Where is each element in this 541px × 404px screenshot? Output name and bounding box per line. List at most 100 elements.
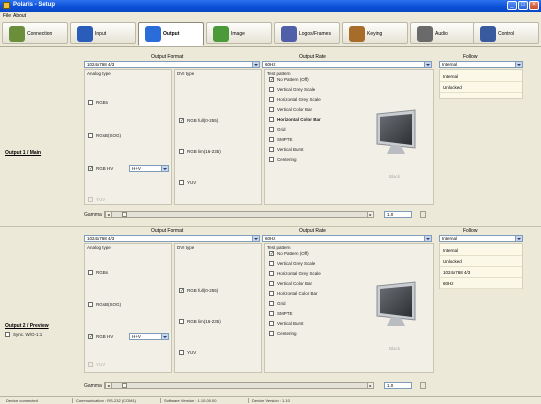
pattern-horizontal-color-bar[interactable]: Horizontal Color Bar [269,291,318,296]
analog-rgsb-checkbox[interactable]: RGsB(SOG) [88,302,121,307]
gamma-slider[interactable]: ◂ ▸ [104,211,374,218]
dvi-yuv-checkbox[interactable]: YUV [179,180,196,185]
pattern-no-pattern[interactable]: No Pattern (Off) [269,251,309,256]
close-button[interactable]: × [529,1,539,10]
analog-rgbhv-checkbox[interactable]: RGB HV [88,166,113,171]
follow-list-item[interactable]: Unlocked [440,82,522,93]
status-separator [160,398,161,403]
dvi-rgb-lim-checkbox[interactable]: RGB lim(16-235) [179,319,221,324]
slider-thumb[interactable] [122,383,127,388]
pattern-vertical-grey[interactable]: Vertical Grey Scale [269,87,315,92]
minimize-button[interactable]: _ [507,1,517,10]
analog-rgbhv-checkbox[interactable]: RGB HV [88,334,113,339]
window-title: Polaris - Setup [13,2,56,8]
chevron-down-icon [424,236,431,241]
tab-audio[interactable]: Audio [410,22,476,44]
output-label: Output 1 / Main [5,150,42,156]
tab-label: Input [95,31,107,37]
pattern-vertical-grey[interactable]: Vertical Grey Scale [269,261,315,266]
follow-value: Internal [442,62,458,67]
gamma-value-field[interactable]: 1.0 [384,382,412,389]
pattern-horizontal-color-bar[interactable]: Horizontal Color Bar [269,117,321,122]
maximize-button[interactable]: □ [518,1,528,10]
tab-bar: Connection Input Output Image Logos/Fram… [0,20,541,47]
pattern-centering[interactable]: Centering [269,157,297,162]
follow-select[interactable]: Internal [439,235,523,242]
tab-input[interactable]: Input [70,22,136,44]
tab-connection[interactable]: Connection [2,22,68,44]
analog-yuv-checkbox[interactable]: YUV [88,197,105,202]
slider-right-arrow[interactable]: ▸ [367,211,374,218]
tab-label: Connection [27,31,53,37]
follow-list: Internal Unlocked 1024x768 4/3 60Hz [439,243,523,289]
dvi-rgb-full-checkbox[interactable]: RGB full(0-255) [179,288,218,293]
follow-list: Internal Unlocked [439,69,523,99]
tab-label: Audio [435,31,448,37]
slider-left-arrow[interactable]: ◂ [105,211,112,218]
follow-list-item[interactable]: Internal [440,245,522,256]
pattern-horizontal-grey[interactable]: Horizontal Grey Scale [269,271,321,276]
menu-file[interactable]: File [3,13,11,19]
output-rate-select[interactable]: 60Hz [262,61,432,68]
output-rate-value: 60Hz [265,62,276,67]
tab-image[interactable]: Image [206,22,272,44]
gamma-value-field[interactable]: 1.0 [384,211,412,218]
pattern-vertical-burst[interactable]: Vertical Burst [269,147,304,152]
hv-select[interactable]: H+V [129,165,169,172]
pattern-centering[interactable]: Centering [269,331,297,336]
follow-list-item[interactable]: 60Hz [440,278,522,289]
gamma-spinner[interactable] [420,211,426,218]
dvi-type-group: DVI type RGB full(0-255) RGB lim(16-235)… [174,69,262,205]
control-icon [480,26,496,42]
gamma-spinner[interactable] [420,382,426,389]
menu-about[interactable]: About [13,13,26,19]
output-format-select[interactable]: 1024x768 4/3 [84,235,260,242]
hv-select-value: H+V [132,334,141,339]
group-label: Test pattern [267,245,291,250]
slider-left-arrow[interactable]: ◂ [105,382,112,389]
analog-rgbs-checkbox[interactable]: RGBs [88,270,108,275]
output-format-value: 1024x768 4/3 [87,236,115,241]
sync-checkbox[interactable]: Sync. W/O-1:1 [5,332,42,337]
pattern-grid[interactable]: Grid [269,127,286,132]
tab-logos-frames[interactable]: Logos/Frames [274,22,340,44]
output-format-header: Output Format [151,228,184,234]
hv-select[interactable]: H+V [129,333,169,340]
dvi-rgb-lim-checkbox[interactable]: RGB lim(16-235) [179,149,221,154]
output-rate-select[interactable]: 60Hz [262,235,432,242]
pattern-no-pattern[interactable]: No Pattern (Off) [269,77,309,82]
analog-rgsb-checkbox[interactable]: RGsB(SOG) [88,133,121,138]
status-separator [248,398,249,403]
audio-icon [417,26,433,42]
pattern-smpte[interactable]: SMPTE [269,137,293,142]
status-software: Software Version : 1.10.00.00 [164,398,217,403]
pattern-vertical-burst[interactable]: Vertical Burst [269,321,304,326]
tab-keying[interactable]: Keying [342,22,408,44]
status-communication: Communication : RS-232 (COM1) [76,398,137,403]
pattern-vertical-color-bar[interactable]: Vertical Color Bar [269,107,312,112]
follow-list-item[interactable]: Unlocked [440,256,522,267]
group-label: Analog type [87,245,111,250]
pattern-grid[interactable]: Grid [269,301,286,306]
group-label: Test pattern [267,71,291,76]
output-format-select[interactable]: 1024x768 4/3 [84,61,260,68]
pattern-vertical-color-bar[interactable]: Vertical Color Bar [269,281,312,286]
analog-rgbs-checkbox[interactable]: RGBs [88,100,108,105]
analog-yuv-checkbox[interactable]: YUV [88,362,105,367]
tab-control[interactable]: Control [473,22,539,44]
pattern-horizontal-grey[interactable]: Horizontal Grey Scale [269,97,321,102]
monitor-preview-icon [376,109,416,154]
tab-output[interactable]: Output [138,22,204,46]
dvi-yuv-checkbox[interactable]: YUV [179,350,196,355]
status-device: Device Version : 1.10 [252,398,290,403]
follow-select[interactable]: Internal [439,61,523,68]
slider-right-arrow[interactable]: ▸ [367,382,374,389]
dvi-rgb-full-checkbox[interactable]: RGB full(0-255) [179,118,218,123]
follow-list-item[interactable]: Internal [440,71,522,82]
pattern-smpte[interactable]: SMPTE [269,311,293,316]
gamma-slider[interactable]: ◂ ▸ [104,382,374,389]
follow-list-item[interactable]: 1024x768 4/3 [440,267,522,278]
slider-thumb[interactable] [122,212,127,217]
follow-header: Follow [463,54,478,60]
follow-value: Internal [442,236,458,241]
